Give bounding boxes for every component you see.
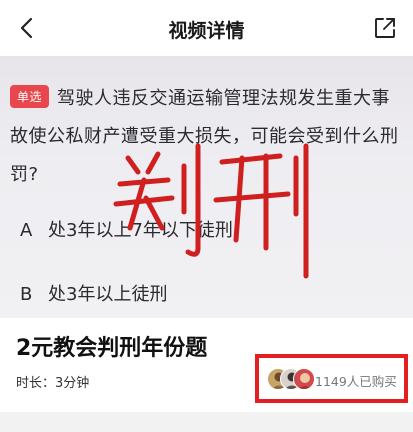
share-icon[interactable] — [373, 16, 397, 40]
single-choice-badge: 单选 — [10, 85, 50, 108]
question-line-3: 罚? — [10, 164, 39, 185]
video-duration: 时长：3分钟 — [16, 376, 90, 391]
avatar — [293, 368, 315, 390]
question-line-1: 单选 驾驶人违反交通运输管理法规发生重大事 — [10, 84, 390, 110]
bottom-divider — [0, 412, 413, 432]
video-preview[interactable]: 单选 驾驶人违反交通运输管理法规发生重大事 故使公私财产遭受重大损失，可能会受到什… — [0, 56, 413, 318]
option-b: B 处3年以上徒刑 — [20, 280, 167, 306]
option-letter: B — [20, 284, 33, 305]
buyers-highlight: 1149人已购买 — [255, 354, 408, 403]
buyers-count: 1149人已购买 — [315, 374, 397, 389]
page-title: 视频详情 — [168, 20, 245, 42]
video-title: 2元教会判刑年份题 — [16, 336, 208, 361]
top-navbar: 视频详情 — [0, 0, 413, 56]
option-text: 处3年以上徒刑 — [48, 284, 168, 305]
buyer-avatars — [267, 368, 315, 390]
handwritten-annotation — [113, 143, 309, 279]
question-text-1: 驾驶人违反交通运输管理法规发生重大事 — [57, 88, 391, 109]
option-letter: A — [20, 220, 33, 241]
